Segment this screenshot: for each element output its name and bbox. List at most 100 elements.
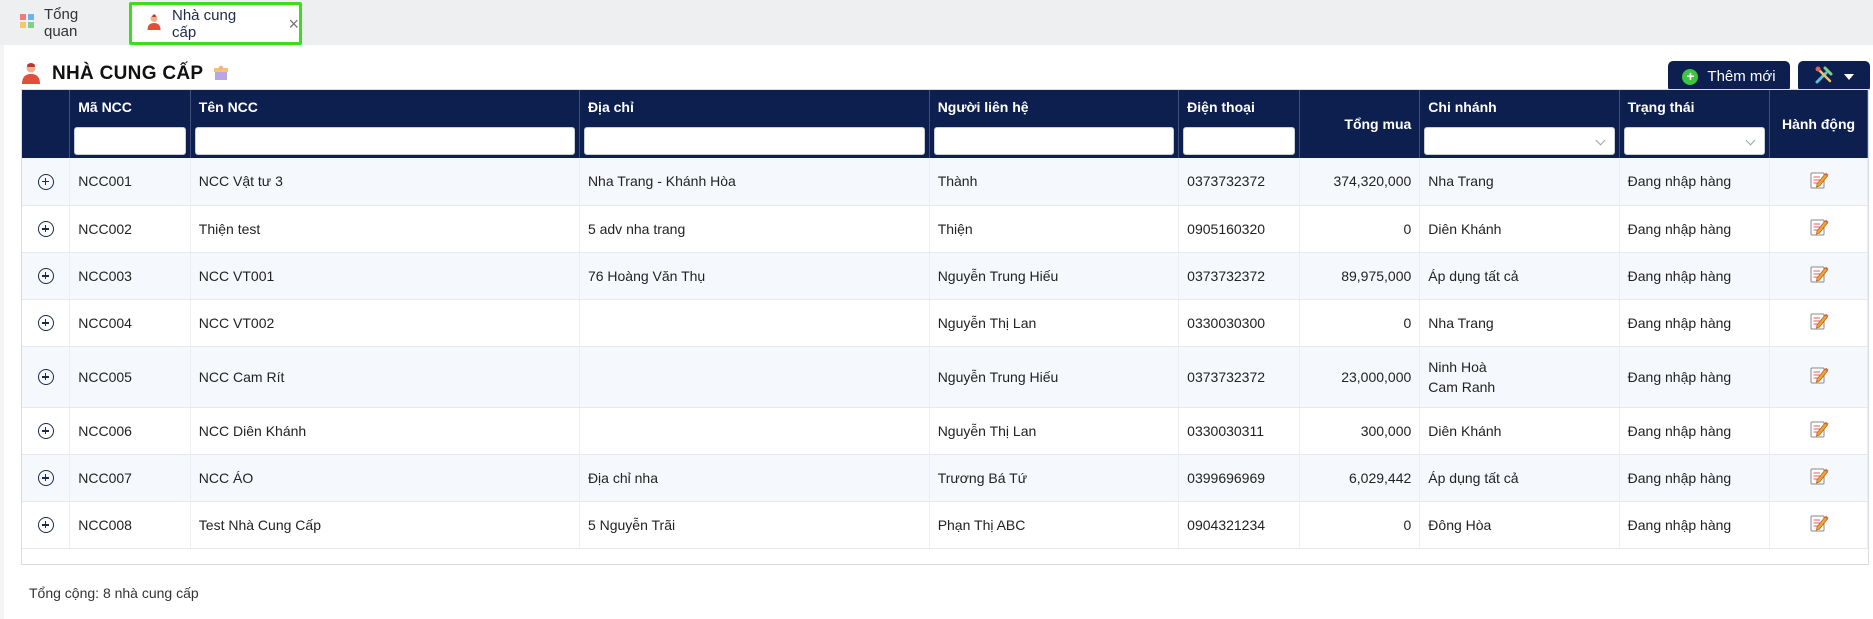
column-header-action: Hành động bbox=[1769, 90, 1868, 158]
column-header-total[interactable]: Tổng mua bbox=[1299, 90, 1421, 158]
cell-total: 374,320,000 bbox=[1299, 158, 1421, 206]
chevron-down-icon bbox=[1745, 135, 1756, 146]
cell-phone: 0330030311 bbox=[1178, 407, 1300, 455]
edit-icon[interactable] bbox=[1809, 313, 1829, 334]
cell-address bbox=[579, 299, 930, 347]
filter-cell-status bbox=[1619, 124, 1771, 158]
cell-code: NCC002 bbox=[69, 205, 191, 253]
cell-action bbox=[1769, 346, 1868, 408]
dashboard-grid-icon bbox=[20, 14, 34, 32]
filter-input-address[interactable] bbox=[583, 127, 925, 155]
shop-icon bbox=[213, 65, 229, 84]
cell-code: NCC006 bbox=[69, 407, 191, 455]
cell-code: NCC001 bbox=[69, 158, 191, 206]
edit-icon[interactable] bbox=[1809, 515, 1829, 536]
cell-address: Địa chỉ nha bbox=[579, 454, 930, 502]
filter-select-branch[interactable] bbox=[1424, 127, 1615, 155]
expand-cell bbox=[22, 299, 71, 347]
tab-suppliers-label: Nhà cung cấp bbox=[172, 6, 237, 41]
edit-icon[interactable] bbox=[1809, 367, 1829, 388]
cell-contact: Nguyễn Thị Lan bbox=[929, 299, 1180, 347]
close-icon[interactable]: × bbox=[288, 15, 299, 33]
expand-row-icon[interactable] bbox=[37, 423, 54, 440]
add-new-button[interactable]: + Thêm mới bbox=[1668, 61, 1790, 92]
cell-phone: 0399696969 bbox=[1178, 454, 1300, 502]
column-header-status[interactable]: Trạng thái bbox=[1619, 90, 1771, 124]
cell-name: NCC Vật tư 3 bbox=[190, 158, 580, 206]
expand-row-icon[interactable] bbox=[37, 268, 54, 285]
table-row[interactable]: NCC006 NCC Diên Khánh Nguyễn Thị Lan 033003… bbox=[22, 407, 1868, 455]
cell-name: NCC VT002 bbox=[190, 299, 580, 347]
expand-row-icon[interactable] bbox=[37, 221, 54, 238]
cell-status: Đang nhập hàng bbox=[1619, 252, 1771, 300]
filter-input-name[interactable] bbox=[194, 127, 575, 155]
cell-action bbox=[1769, 501, 1868, 549]
cell-phone: 0373732372 bbox=[1178, 252, 1300, 300]
branch-name: Cam Ranh bbox=[1428, 378, 1496, 395]
table-row[interactable]: NCC007 NCC ÁO Địa chỉ nha Trương Bá Tứ 03996… bbox=[22, 454, 1868, 502]
column-header-branch[interactable]: Chi nhánh bbox=[1419, 90, 1620, 124]
cell-address: 76 Hoàng Văn Thụ bbox=[579, 252, 930, 300]
filter-cell-phone bbox=[1178, 124, 1300, 158]
filter-input-phone[interactable] bbox=[1183, 127, 1295, 155]
expand-row-icon[interactable] bbox=[37, 470, 54, 487]
table-row[interactable]: NCC003 NCC VT001 76 Hoàng Văn Thụ Nguyễn Tr… bbox=[22, 252, 1868, 300]
supplier-table: Mã NCC Tên NCC Địa chỉ Người liên hệ Điệ… bbox=[21, 89, 1869, 565]
branch-name: Áp dụng tất cả bbox=[1428, 469, 1519, 486]
tab-suppliers[interactable]: Nhà cung cấp × bbox=[129, 2, 302, 45]
table-row[interactable]: NCC002 Thiện test 5 adv nha trang Thiện 0905… bbox=[22, 205, 1868, 253]
expand-row-icon[interactable] bbox=[37, 369, 54, 386]
table-row[interactable]: NCC005 NCC Cam Rít Nguyễn Trung Hiếu 037373… bbox=[22, 346, 1868, 408]
cell-phone: 0904321234 bbox=[1178, 501, 1300, 549]
cell-branch: Áp dụng tất cả bbox=[1419, 252, 1620, 300]
edit-icon[interactable] bbox=[1809, 468, 1829, 489]
table-row[interactable]: NCC008 Test Nhà Cung Cấp 5 Nguyễn Trãi Phạn… bbox=[22, 501, 1868, 549]
expand-row-icon[interactable] bbox=[37, 315, 54, 332]
edit-icon[interactable] bbox=[1809, 172, 1829, 193]
filter-cell-address bbox=[579, 124, 930, 158]
filter-input-contact[interactable] bbox=[933, 127, 1175, 155]
chevron-down-icon bbox=[1844, 73, 1854, 80]
edit-icon[interactable] bbox=[1809, 219, 1829, 240]
column-header-address[interactable]: Địa chỉ bbox=[579, 90, 930, 124]
table-footer: Tổng cộng: 8 nhà cung cấp bbox=[29, 585, 199, 601]
expand-cell bbox=[22, 407, 71, 455]
branch-name: Nha Trang bbox=[1428, 173, 1494, 190]
expand-row-icon[interactable] bbox=[37, 517, 54, 534]
column-header-code[interactable]: Mã NCC bbox=[69, 90, 191, 124]
edit-icon[interactable] bbox=[1809, 266, 1829, 287]
cell-status: Đang nhập hàng bbox=[1619, 205, 1771, 253]
add-new-label: Thêm mới bbox=[1707, 68, 1776, 85]
cell-contact: Trương Bá Tứ bbox=[929, 454, 1180, 502]
cell-name: NCC Cam Rít bbox=[190, 346, 580, 408]
cell-name: NCC Diên Khánh bbox=[190, 407, 580, 455]
table-row[interactable]: NCC001 NCC Vật tư 3 Nha Trang - Khánh Hòa T… bbox=[22, 158, 1868, 206]
cell-branch: Diên Khánh bbox=[1419, 205, 1620, 253]
tab-overview[interactable]: Tổng quan bbox=[0, 1, 124, 45]
page-title: NHÀ CUNG CẤP bbox=[52, 63, 204, 84]
cell-status: Đang nhập hàng bbox=[1619, 501, 1771, 549]
cell-code: NCC005 bbox=[69, 346, 191, 408]
table-row[interactable]: NCC004 NCC VT002 Nguyễn Thị Lan 0330030300 0… bbox=[22, 299, 1868, 347]
cell-branch: Nha Trang bbox=[1419, 158, 1620, 206]
filter-select-status[interactable] bbox=[1623, 127, 1766, 155]
cell-action bbox=[1769, 299, 1868, 347]
column-header-contact[interactable]: Người liên hệ bbox=[929, 90, 1180, 124]
cell-total: 0 bbox=[1299, 205, 1421, 253]
cell-action bbox=[1769, 454, 1868, 502]
filter-input-code[interactable] bbox=[74, 127, 186, 155]
column-header-name[interactable]: Tên NCC bbox=[190, 90, 580, 124]
cell-action bbox=[1769, 252, 1868, 300]
column-header-phone[interactable]: Điện thoại bbox=[1178, 90, 1300, 124]
expand-row-icon[interactable] bbox=[37, 173, 54, 190]
tools-menu-button[interactable] bbox=[1798, 61, 1870, 92]
cell-branch: Ninh Hoà Cam Ranh bbox=[1419, 346, 1620, 408]
cell-action bbox=[1769, 407, 1868, 455]
cell-contact: Nguyễn Trung Hiếu bbox=[929, 252, 1180, 300]
chevron-down-icon bbox=[1595, 135, 1606, 146]
edit-icon[interactable] bbox=[1809, 421, 1829, 442]
cell-branch: Đông Hòa bbox=[1419, 501, 1620, 549]
cell-phone: 0373732372 bbox=[1178, 346, 1300, 408]
cell-address: 5 adv nha trang bbox=[579, 205, 930, 253]
cell-branch: Diên Khánh bbox=[1419, 407, 1620, 455]
